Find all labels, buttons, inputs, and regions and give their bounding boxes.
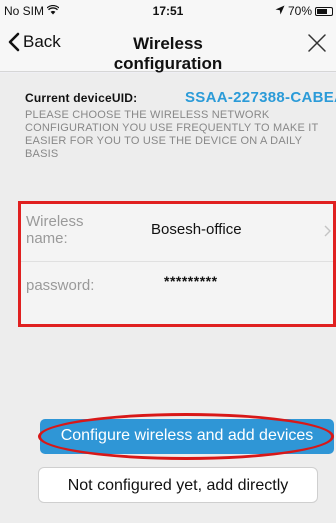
device-uid-row: Current deviceUID: SSAA-227388-CABEA bbox=[0, 89, 336, 107]
password-field[interactable]: ********* bbox=[164, 273, 218, 289]
battery-icon bbox=[315, 6, 333, 16]
wireless-name-label: Wireless name: bbox=[26, 213, 84, 247]
navigation-bar: Back Wireless configuration bbox=[0, 22, 336, 73]
page-title: Wireless configuration bbox=[113, 34, 223, 73]
battery-percent: 70% bbox=[287, 4, 312, 18]
back-button[interactable]: Back bbox=[8, 32, 61, 52]
battery-fill bbox=[317, 8, 327, 14]
close-icon bbox=[308, 34, 326, 56]
network-notice-text: PLEASE CHOOSE THE WIRELESS NETWORK CONFI… bbox=[25, 109, 319, 160]
add-directly-label: Not configured yet, add directly bbox=[67, 477, 289, 494]
close-button[interactable] bbox=[308, 34, 326, 57]
status-right: 70% bbox=[275, 4, 333, 18]
highlight-ellipse bbox=[38, 413, 334, 460]
device-uid-label: Current deviceUID: bbox=[25, 91, 138, 105]
wireless-name-row[interactable]: Wireless name: Bosesh-office bbox=[21, 204, 333, 262]
main-content: Current deviceUID: SSAA-227388-CABEA PLE… bbox=[0, 73, 336, 523]
wireless-form: Wireless name: Bosesh-office password: *… bbox=[18, 201, 336, 327]
location-arrow-icon bbox=[275, 4, 285, 18]
password-row: password: ********* bbox=[21, 262, 333, 324]
back-label: Back bbox=[23, 32, 61, 51]
chevron-right-icon bbox=[324, 224, 331, 242]
password-label: password: bbox=[26, 277, 95, 294]
chevron-left-icon bbox=[8, 32, 20, 52]
configure-wireless-button[interactable]: Configure wireless and add devices bbox=[38, 413, 334, 460]
add-directly-button[interactable]: Not configured yet, add directly bbox=[38, 467, 318, 503]
wireless-name-value: Bosesh-office bbox=[151, 221, 242, 238]
status-bar: No SIM 17:51 70% bbox=[0, 0, 336, 22]
device-uid-value: SSAA-227388-CABEA bbox=[185, 89, 336, 106]
